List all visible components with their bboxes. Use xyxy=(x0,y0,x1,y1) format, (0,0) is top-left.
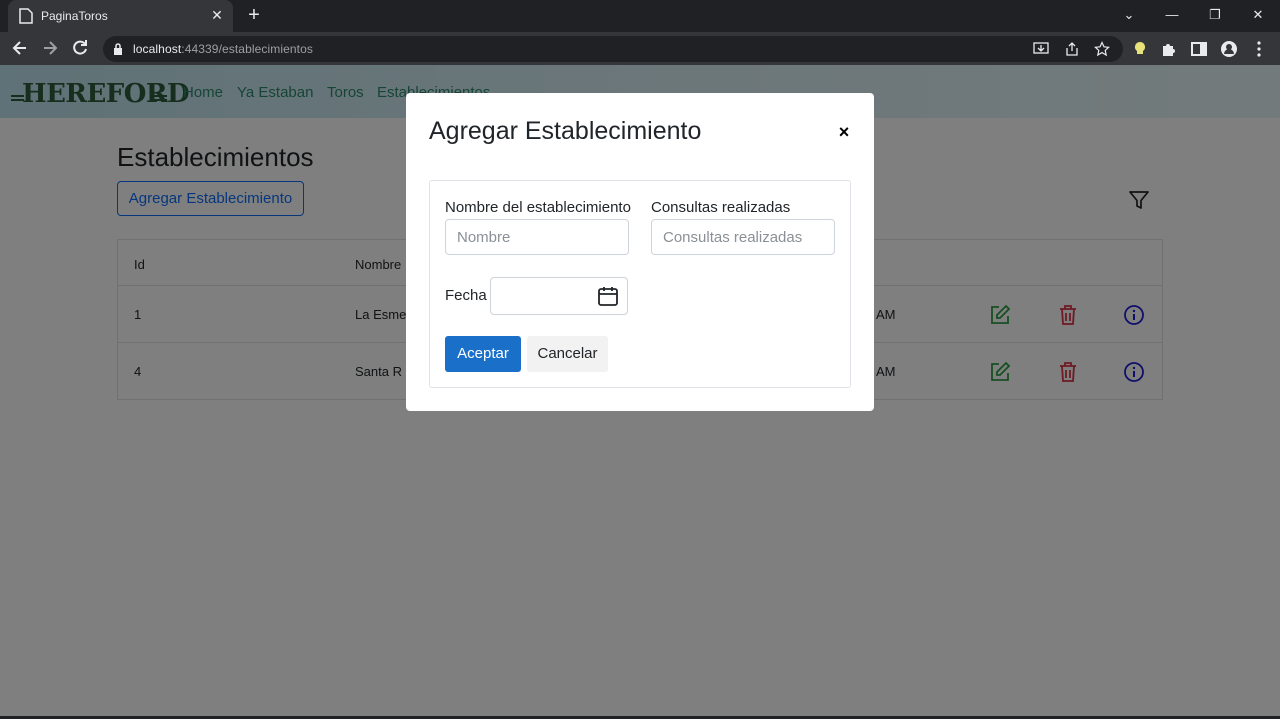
lock-icon[interactable] xyxy=(113,43,123,55)
browser-tab[interactable]: PaginaToros ✕ xyxy=(8,0,233,32)
close-window-icon[interactable]: ✕ xyxy=(1246,4,1270,26)
nombre-label: Nombre del establecimiento xyxy=(445,199,631,216)
nombre-input[interactable] xyxy=(445,219,629,255)
establishment-form: Nombre del establecimiento Consultas rea… xyxy=(429,180,851,388)
close-tab-icon[interactable]: ✕ xyxy=(208,6,226,24)
close-icon[interactable]: × xyxy=(834,121,854,143)
back-icon[interactable] xyxy=(10,38,30,58)
extensions-puzzle-icon[interactable] xyxy=(1160,40,1178,58)
add-establishment-modal: Agregar Establecimiento × Nombre del est… xyxy=(406,93,874,411)
side-panel-icon[interactable] xyxy=(1190,40,1208,58)
minimize-icon[interactable]: — xyxy=(1160,4,1184,26)
page-content: HEREFORD Home Ya Estaban Toros Estableci… xyxy=(0,65,1280,719)
tab-search-icon[interactable]: ⌄ xyxy=(1117,4,1141,26)
browser-tab-bar: PaginaToros ✕ + ⌄ — ❐ ✕ xyxy=(0,0,1280,32)
reload-icon[interactable] xyxy=(70,38,90,58)
fecha-label: Fecha xyxy=(445,287,487,304)
fecha-date-input[interactable] xyxy=(490,277,628,315)
page-icon xyxy=(19,8,33,24)
new-tab-icon[interactable]: + xyxy=(244,5,264,25)
accept-button[interactable]: Aceptar xyxy=(445,336,521,372)
bookmark-star-icon[interactable] xyxy=(1094,41,1110,57)
calendar-icon[interactable] xyxy=(597,285,619,307)
forward-icon[interactable] xyxy=(40,38,60,58)
profile-icon[interactable] xyxy=(1220,40,1238,58)
install-icon[interactable] xyxy=(1033,41,1049,57)
modal-title: Agregar Establecimiento xyxy=(429,117,702,145)
address-bar[interactable]: localhost:44339/establecimientos xyxy=(103,36,1123,62)
consultas-label: Consultas realizadas xyxy=(651,199,791,216)
menu-dots-icon[interactable] xyxy=(1250,40,1268,58)
restore-icon[interactable]: ❐ xyxy=(1203,4,1227,26)
url-text[interactable]: localhost:44339/establecimientos xyxy=(133,42,313,56)
tab-title: PaginaToros xyxy=(41,9,108,23)
consultas-input[interactable] xyxy=(651,219,835,255)
extension-bulb-icon[interactable] xyxy=(1131,40,1149,58)
cancel-button[interactable]: Cancelar xyxy=(527,336,608,372)
share-icon[interactable] xyxy=(1064,41,1080,57)
browser-toolbar: localhost:44339/establecimientos xyxy=(0,32,1280,65)
